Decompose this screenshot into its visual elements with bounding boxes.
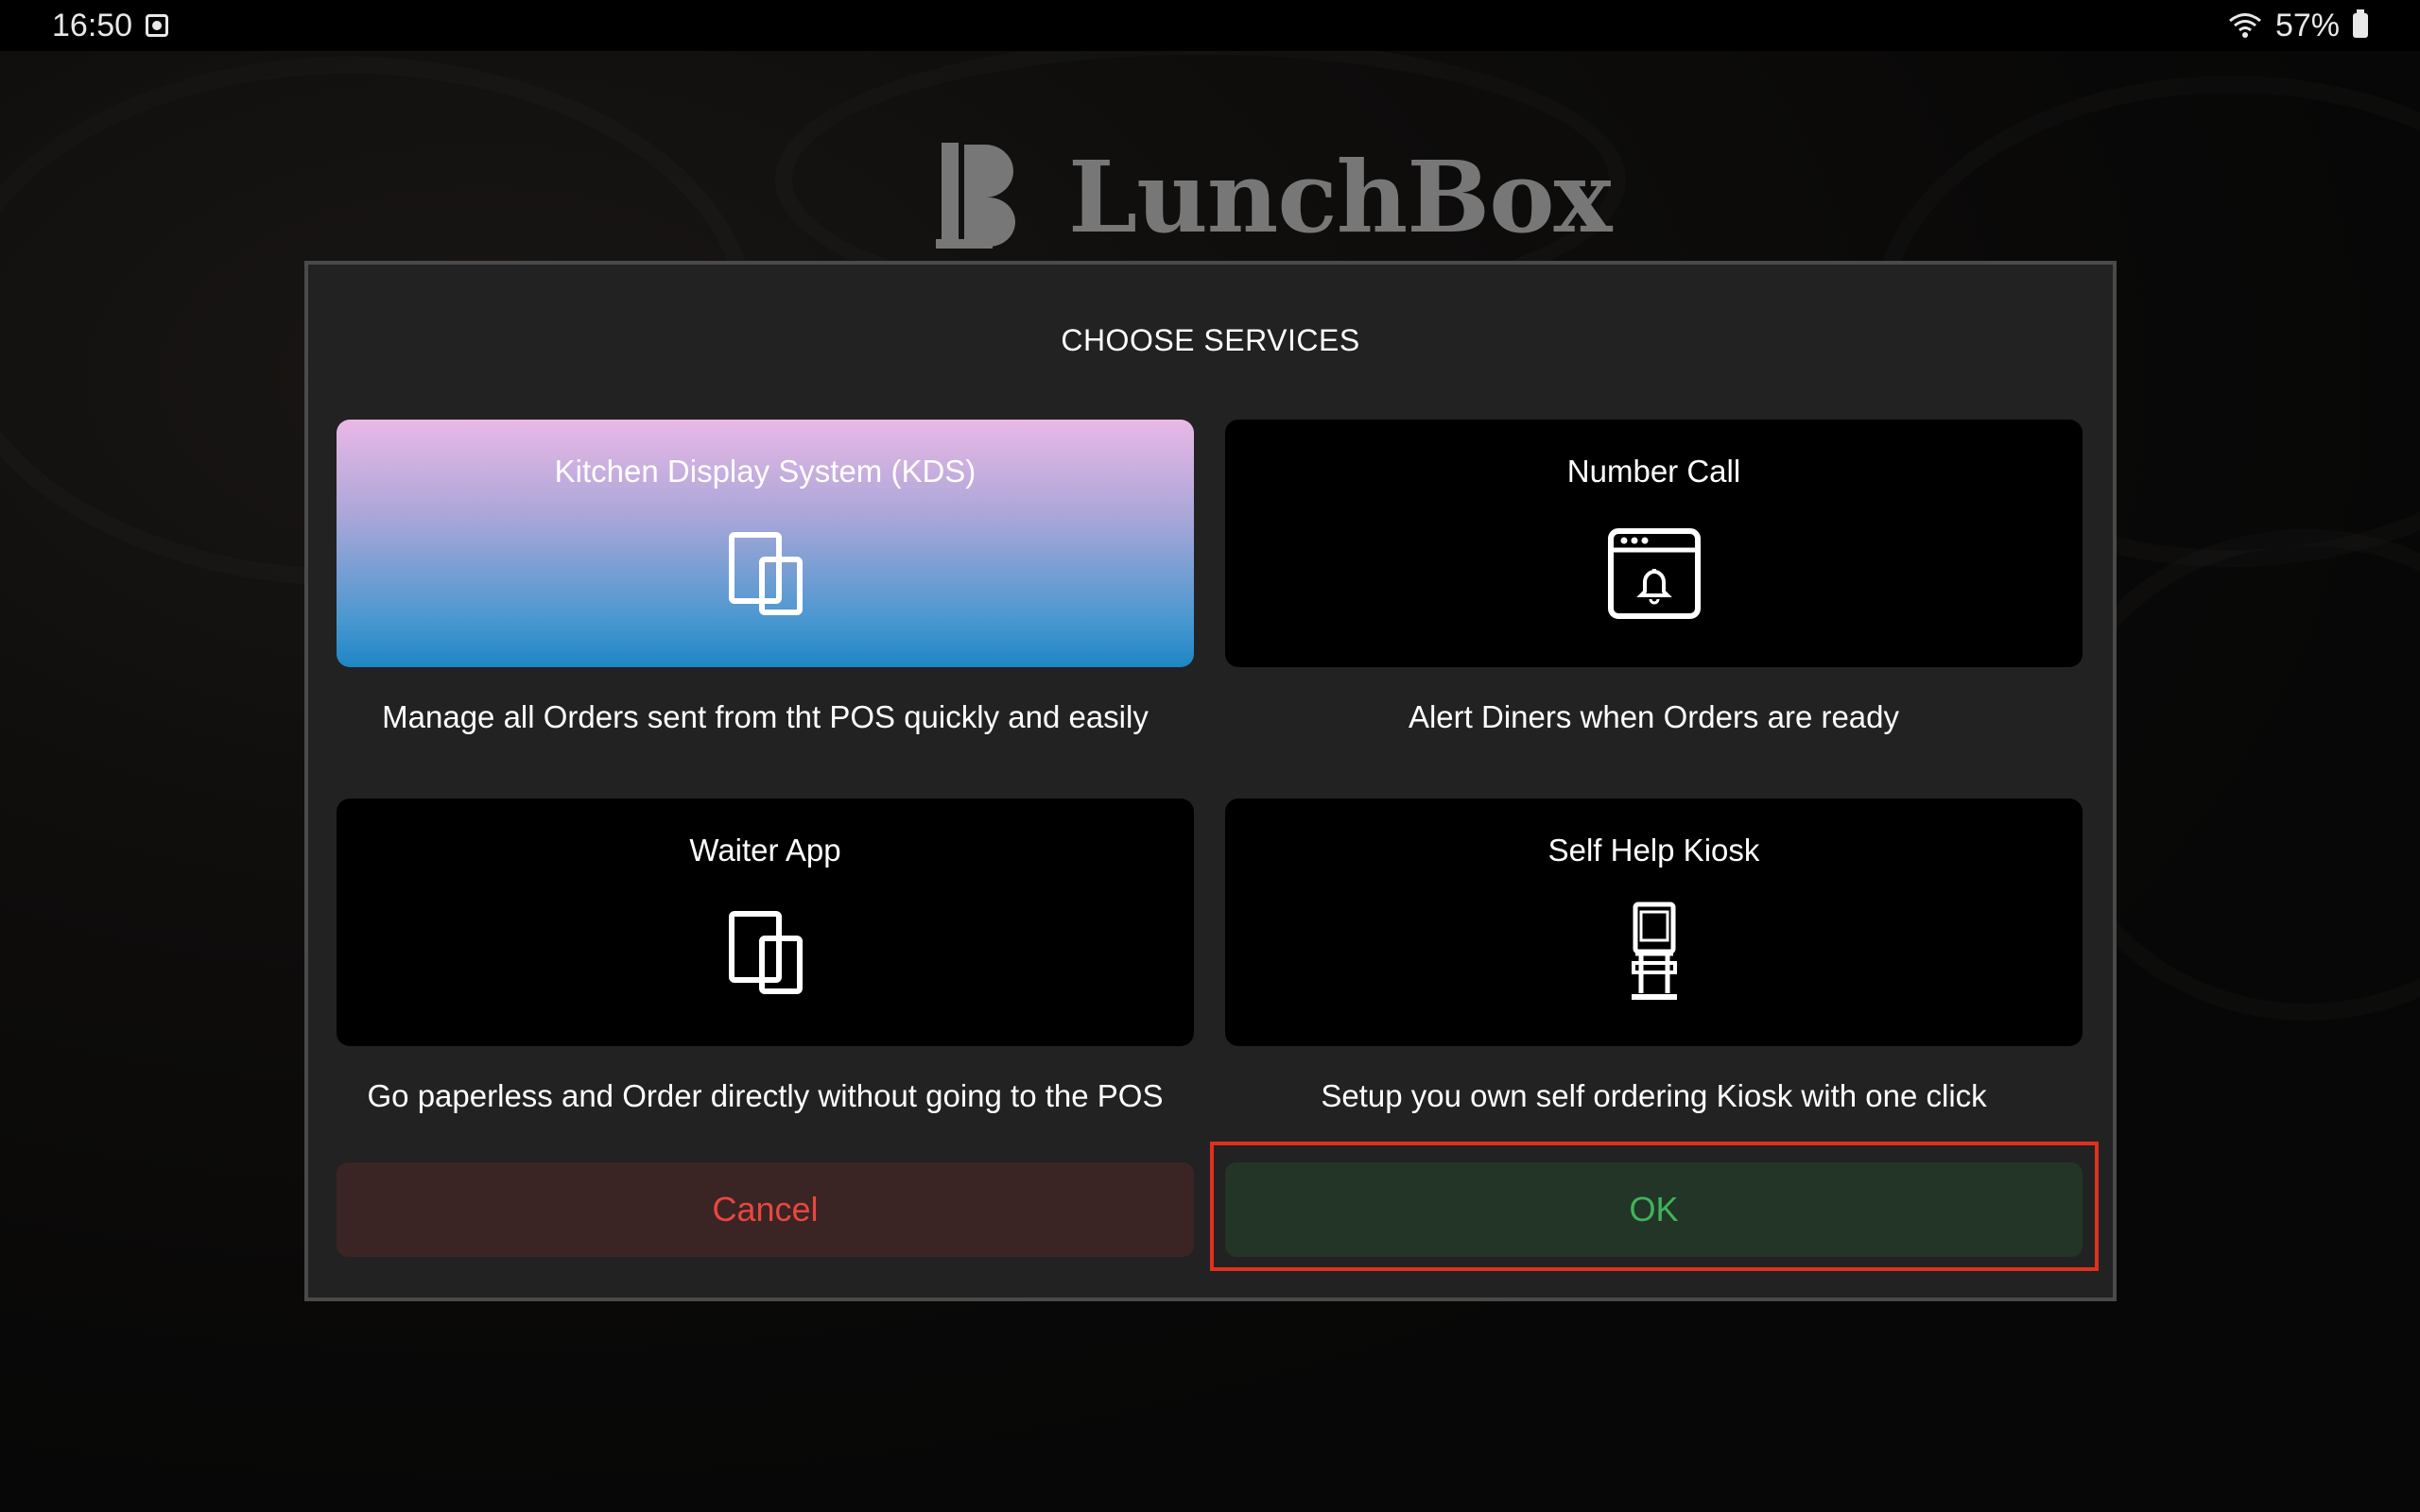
window-bell-icon	[1607, 528, 1701, 619]
screen: 16:50 57% LunchBox CHOOSE SERVICES Kitch…	[0, 0, 2420, 1512]
service-card-title: Waiter App	[689, 833, 841, 868]
dialog-title: CHOOSE SERVICES	[1061, 323, 1360, 357]
lunchbox-logo-icon	[936, 143, 1015, 249]
kiosk-icon	[1631, 902, 1677, 1000]
service-description: Alert Diners when Orders are ready	[1408, 699, 1900, 734]
cancel-button[interactable]: Cancel	[337, 1162, 1194, 1257]
service-description: Setup you own self ordering Kiosk with o…	[1321, 1078, 1987, 1113]
ok-button[interactable]: OK	[1225, 1162, 2083, 1257]
service-card-title: Kitchen Display System (KDS)	[554, 454, 977, 489]
status-bar: 16:50 57%	[0, 0, 2420, 51]
app-logo: LunchBox	[936, 138, 1613, 255]
service-card-kds[interactable]: Kitchen Display System (KDS)	[337, 420, 1194, 667]
battery-icon	[2353, 9, 2368, 38]
service-description: Manage all Orders sent from tht POS quic…	[382, 699, 1149, 734]
devices-icon	[728, 911, 803, 994]
notification-icon	[146, 14, 169, 37]
service-card-self-help-kiosk[interactable]: Self Help Kiosk	[1225, 799, 2083, 1046]
status-time: 16:50	[52, 7, 133, 43]
service-card-number-call[interactable]: Number Call	[1225, 420, 2083, 667]
service-description: Go paperless and Order directly without …	[367, 1078, 1164, 1113]
choose-services-dialog: CHOOSE SERVICES Kitchen Display System (…	[304, 261, 2117, 1301]
logo-text: LunchBox	[1068, 138, 1613, 255]
service-card-title: Number Call	[1566, 454, 1741, 489]
battery-percent: 57%	[2274, 7, 2340, 43]
wifi-icon	[2228, 13, 2261, 38]
devices-icon	[728, 532, 803, 615]
service-card-waiter-app[interactable]: Waiter App	[337, 799, 1194, 1046]
service-card-title: Self Help Kiosk	[1547, 833, 1760, 868]
